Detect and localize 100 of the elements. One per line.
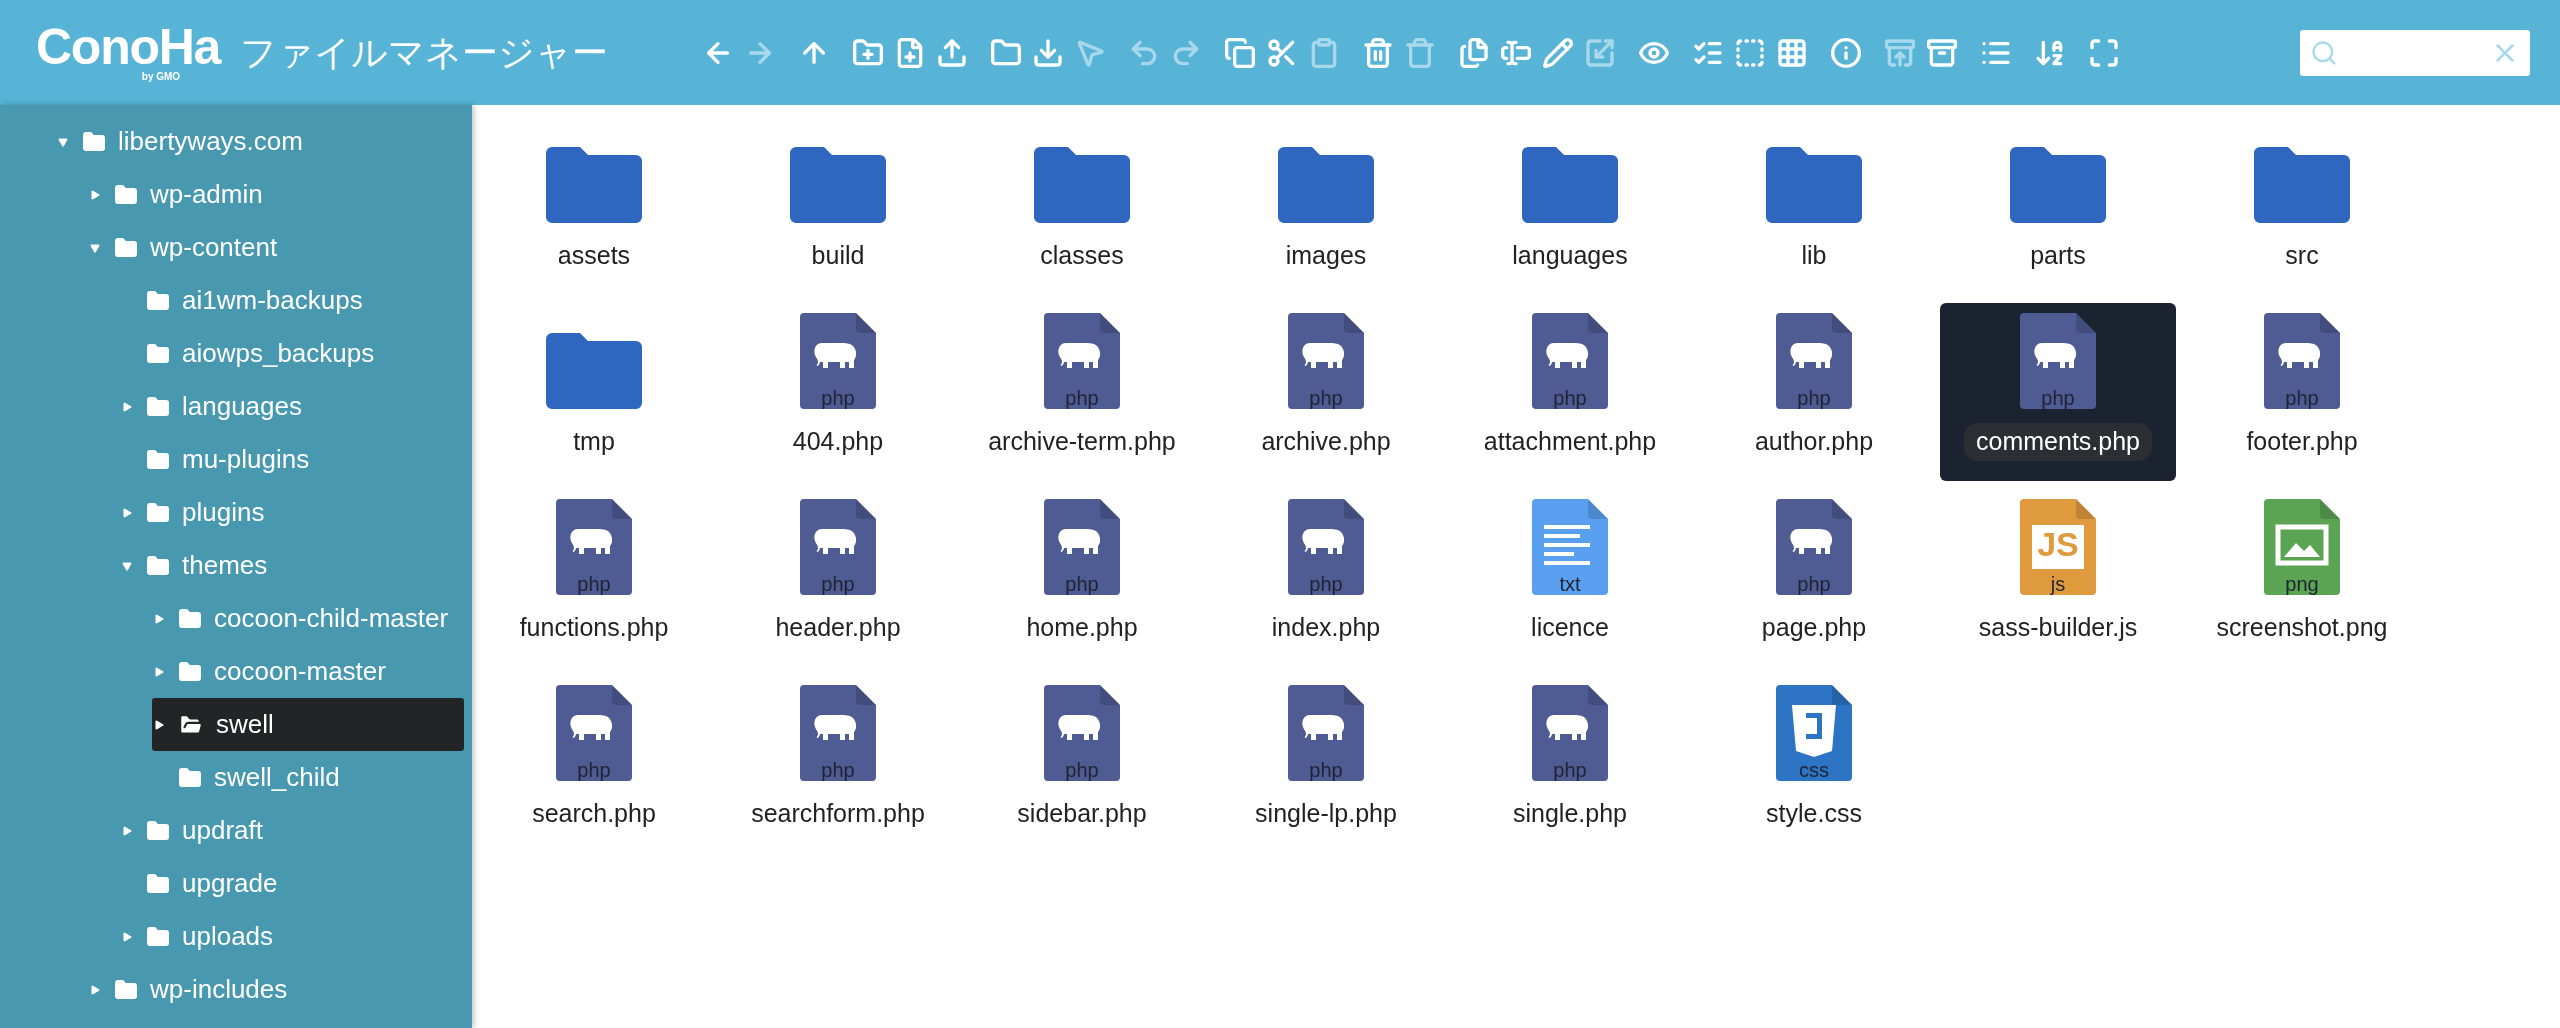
folder-name: plugins <box>182 496 265 529</box>
file-type-label: php <box>1796 574 1832 594</box>
php-file-icon <box>1776 499 1852 595</box>
folder-icon <box>144 447 172 472</box>
file-tile[interactable]: parts <box>1940 117 2176 295</box>
file-tile[interactable]: png screenshot.png <box>2184 489 2420 667</box>
folder-name: languages <box>182 390 302 423</box>
file-name: single-lp.php <box>1254 798 1398 829</box>
php-file-icon <box>1288 313 1364 409</box>
file-name: index.php <box>1270 612 1382 643</box>
file-tile[interactable]: php searchform.php <box>720 675 956 853</box>
file-name: author.php <box>1753 426 1875 457</box>
logo-subtext: by GMO <box>141 71 181 82</box>
php-file-icon <box>800 685 876 781</box>
file-tile[interactable]: php functions.php <box>476 489 712 667</box>
folder-name: cocoon-master <box>214 655 386 688</box>
file-tile[interactable]: JS js sass-builder.js <box>1940 489 2176 667</box>
file-tile[interactable]: php search.php <box>476 675 712 853</box>
file-name: page.php <box>1760 612 1868 643</box>
caret-right-icon[interactable] <box>153 718 165 731</box>
file-tile[interactable]: images <box>1208 117 1444 295</box>
folder-name: wp-includes <box>150 973 288 1006</box>
file-tile[interactable]: php page.php <box>1696 489 1932 667</box>
txt-file-icon <box>1532 499 1608 595</box>
file-name: sidebar.php <box>1016 798 1148 829</box>
png-file-icon <box>2264 499 2340 595</box>
folder-name: wp-admin <box>150 178 263 211</box>
folder-icon <box>176 606 204 631</box>
file-name: functions.php <box>518 612 670 643</box>
file-tile[interactable]: php attachment.php <box>1452 303 1688 481</box>
file-name: style.css <box>1765 798 1863 829</box>
file-name: build <box>810 240 866 271</box>
file-name: sass-builder.js <box>1977 612 2139 643</box>
folder-icon <box>144 288 172 313</box>
file-type-label: php <box>1308 760 1344 780</box>
file-type-label: php <box>2284 388 2320 408</box>
file-tile[interactable]: php comments.php <box>1940 303 2176 481</box>
file-type-label: php <box>1308 574 1344 594</box>
folder-name: upgrade <box>182 867 278 900</box>
php-file-icon <box>556 685 632 781</box>
php-file-icon <box>2264 313 2340 409</box>
search-field[interactable] <box>2300 29 2530 76</box>
folder-name: libertyways.com <box>118 125 303 158</box>
php-file-icon <box>1044 313 1120 409</box>
file-type-label: php <box>1552 760 1588 780</box>
folder-icon <box>144 924 172 949</box>
file-name: 404.php <box>791 426 885 457</box>
file-type-label: php <box>1064 388 1100 408</box>
php-file-icon <box>1288 499 1364 595</box>
file-tile[interactable]: assets <box>476 117 712 295</box>
file-tile[interactable]: classes <box>964 117 1200 295</box>
file-type-label: php <box>1064 574 1100 594</box>
logo-text: ConoHa <box>36 23 221 70</box>
php-file-icon <box>2020 313 2096 409</box>
file-tile[interactable]: php sidebar.php <box>964 675 1200 853</box>
file-tile[interactable]: php header.php <box>720 489 956 667</box>
folder-name: aiowps_backups <box>182 337 375 370</box>
file-tile[interactable]: php archive.php <box>1208 303 1444 481</box>
file-tile[interactable]: src <box>2184 117 2420 295</box>
folder-name: updraft <box>182 814 263 847</box>
file-tile[interactable]: lib <box>1696 117 1932 295</box>
php-file-icon <box>800 499 876 595</box>
folder-icon <box>144 871 172 896</box>
file-tile[interactable]: tmp <box>476 303 712 481</box>
file-name: src <box>2284 240 2320 271</box>
folder-icon <box>176 765 204 790</box>
file-name: header.php <box>774 612 902 643</box>
file-tile[interactable]: languages <box>1452 117 1688 295</box>
file-tile[interactable]: build <box>720 117 956 295</box>
file-tile[interactable]: php archive-term.php <box>964 303 1200 481</box>
file-tile[interactable]: php 404.php <box>720 303 956 481</box>
js-logo-text: JS <box>2036 527 2080 561</box>
folder-name: themes <box>182 549 268 582</box>
file-tile[interactable]: php home.php <box>964 489 1200 667</box>
file-type-label: php <box>820 760 856 780</box>
folder-name: swell_child <box>214 761 340 794</box>
file-name: archive-term.php <box>987 426 1177 457</box>
file-name: images <box>1284 240 1368 271</box>
folder-icon <box>112 235 140 260</box>
folder-icon <box>144 818 172 843</box>
file-tile[interactable]: php footer.php <box>2184 303 2420 481</box>
file-tile[interactable]: php author.php <box>1696 303 1932 481</box>
tree-item[interactable]: swell <box>152 698 464 751</box>
file-name: searchform.php <box>750 798 926 829</box>
file-name: search.php <box>531 798 657 829</box>
app-title: ファイルマネージャー <box>240 30 609 75</box>
file-type-label: php <box>820 388 856 408</box>
file-tile[interactable]: php index.php <box>1208 489 1444 667</box>
file-type-label: php <box>2040 388 2076 408</box>
js-file-icon <box>2020 499 2096 595</box>
file-tile[interactable]: css style.css <box>1696 675 1932 853</box>
file-tile[interactable]: php single.php <box>1452 675 1688 853</box>
folder-icon <box>176 659 204 684</box>
file-name: assets <box>556 240 632 271</box>
file-name: footer.php <box>2245 426 2359 457</box>
file-type-label: php <box>1308 388 1344 408</box>
file-tile[interactable]: php single-lp.php <box>1208 675 1444 853</box>
php-file-icon <box>1532 313 1608 409</box>
folder-name: mu-plugins <box>182 443 310 476</box>
file-tile[interactable]: txt licence <box>1452 489 1688 667</box>
